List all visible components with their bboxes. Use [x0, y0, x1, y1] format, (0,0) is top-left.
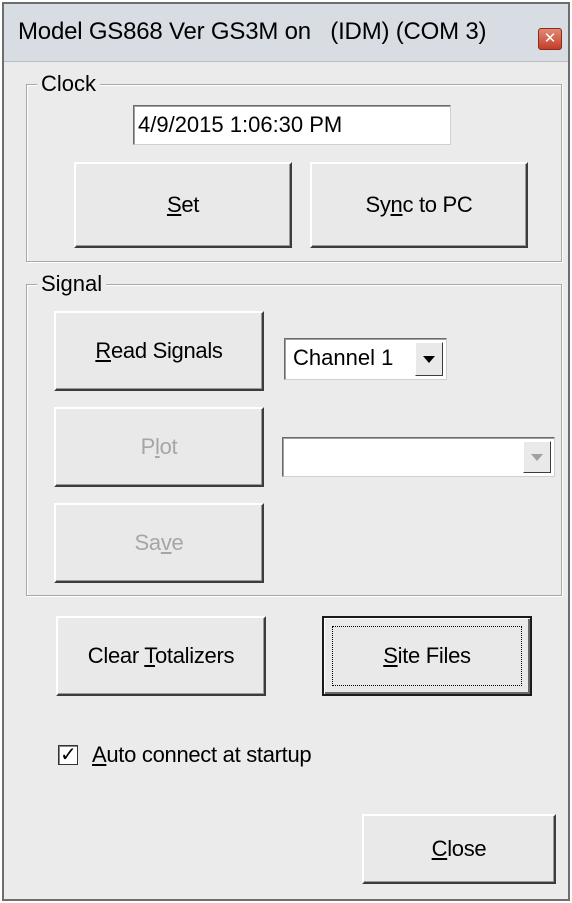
read-signals-button-label: Read Signals: [95, 338, 223, 363]
save-button-label: Save: [134, 530, 184, 555]
read-signals-button[interactable]: Read Signals: [54, 311, 264, 391]
clock-group-label: Clock: [37, 71, 101, 97]
close-button-label: Close: [431, 836, 487, 861]
close-icon[interactable]: ✕: [538, 28, 562, 50]
sync-to-pc-button-label: Sync to PC: [365, 192, 473, 217]
chevron-down-icon[interactable]: [415, 342, 443, 376]
signal-group-label: Signal: [37, 271, 107, 297]
set-button[interactable]: Set: [74, 162, 292, 248]
plot-select[interactable]: [282, 437, 555, 477]
site-files-button[interactable]: Site Files: [322, 616, 532, 696]
window-title: Model GS868 Ver GS3M on (IDM) (COM 3): [18, 18, 487, 45]
plot-button[interactable]: Plot: [54, 407, 264, 487]
checkmark-icon: ✓: [60, 744, 77, 766]
clear-totalizers-button-label: Clear Totalizers: [87, 643, 235, 668]
close-button[interactable]: Close: [362, 814, 556, 884]
channel-select-value: Channel 1: [293, 345, 394, 370]
save-button[interactable]: Save: [54, 503, 264, 583]
set-button-label: Set: [166, 192, 200, 217]
plot-button-label: Plot: [140, 434, 178, 459]
dialog-window: Model GS868 Ver GS3M on (IDM) (COM 3) ✕ …: [2, 2, 570, 901]
sync-to-pc-button[interactable]: Sync to PC: [310, 162, 528, 248]
channel-select[interactable]: Channel 1: [284, 338, 447, 380]
auto-connect-checkbox[interactable]: ✓: [58, 744, 78, 766]
clear-totalizers-button[interactable]: Clear Totalizers: [56, 616, 266, 696]
title-bar[interactable]: Model GS868 Ver GS3M on (IDM) (COM 3) ✕: [4, 4, 568, 62]
auto-connect-label[interactable]: Auto connect at startup: [92, 742, 312, 768]
site-files-button-label: Site Files: [383, 643, 471, 668]
chevron-down-icon[interactable]: [523, 441, 551, 473]
clock-datetime-field[interactable]: 4/9/2015 1:06:30 PM: [133, 105, 451, 145]
